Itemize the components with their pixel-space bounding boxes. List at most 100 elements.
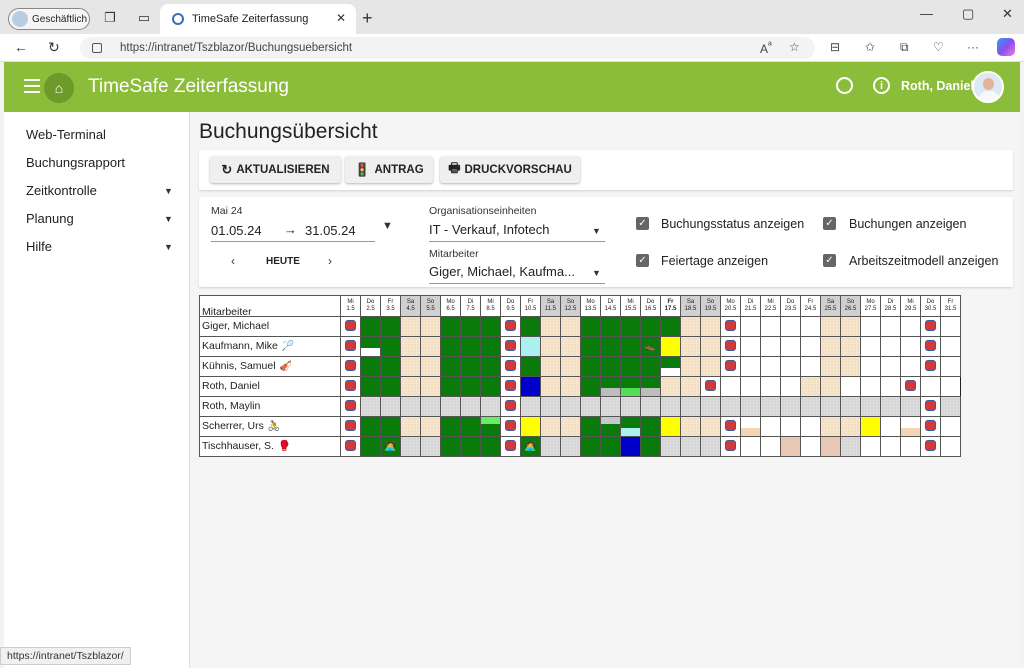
day-cell[interactable] [440,436,461,457]
chevron-down-icon[interactable]: ▼ [164,214,173,224]
day-cell[interactable] [460,416,481,437]
day-cell[interactable] [440,316,461,337]
day-cell[interactable] [580,376,601,397]
holiday-cell[interactable] [720,316,741,337]
day-cell[interactable] [680,316,701,337]
day-cell[interactable] [480,316,501,337]
day-cell[interactable] [900,416,921,437]
day-cell[interactable] [940,356,961,377]
day-cell[interactable] [480,416,501,437]
day-cell[interactable] [600,396,621,417]
day-cell[interactable] [880,376,901,397]
day-cell[interactable] [780,356,801,377]
checkbox-bookings[interactable]: ✓ [823,217,836,230]
tab-close-icon[interactable]: ✕ [336,11,346,25]
holiday-cell[interactable] [920,316,941,337]
day-cell[interactable] [440,376,461,397]
day-cell[interactable] [880,356,901,377]
holiday-cell[interactable] [500,336,521,357]
collections-icon[interactable]: ⧉ [900,40,909,55]
holiday-cell[interactable] [500,396,521,417]
holiday-cell[interactable] [700,376,721,397]
checkbox-holidays[interactable]: ✓ [636,254,649,267]
day-cell[interactable] [360,396,381,417]
holiday-cell[interactable] [720,436,741,457]
day-cell[interactable] [520,396,541,417]
day-cell[interactable] [640,436,661,457]
day-cell[interactable] [800,416,821,437]
day-cell[interactable] [680,436,701,457]
employee-name-cell[interactable]: Kaufmann, Mike 🏸 [199,336,341,357]
day-cell[interactable] [700,436,721,457]
day-cell[interactable] [860,356,881,377]
holiday-cell[interactable] [500,436,521,457]
day-cell[interactable] [860,416,881,437]
org-units-select[interactable]: IT - Verkauf, Infotech [429,222,549,237]
day-cell[interactable] [760,416,781,437]
day-cell[interactable] [640,376,661,397]
maximize-icon[interactable]: ▢ [962,6,974,22]
day-cell[interactable] [560,336,581,357]
day-cell[interactable] [540,436,561,457]
checkbox-booking-status[interactable]: ✓ [636,217,649,230]
day-cell[interactable] [460,336,481,357]
minimize-icon[interactable]: — [920,6,933,21]
day-cell[interactable] [620,316,641,337]
favorites-icon[interactable]: ✩ [865,40,875,54]
profile-button[interactable]: Geschäftlich [8,8,90,30]
holiday-cell[interactable] [340,416,361,437]
day-cell[interactable] [860,376,881,397]
day-cell[interactable] [780,396,801,417]
day-cell[interactable] [940,336,961,357]
sidebar-item-hilfe[interactable]: Hilfe [26,239,52,254]
day-cell[interactable] [900,356,921,377]
day-cell[interactable] [400,336,421,357]
day-cell[interactable] [880,436,901,457]
day-cell[interactable] [420,396,441,417]
day-cell[interactable] [400,376,421,397]
day-cell[interactable] [600,336,621,357]
day-cell[interactable] [700,316,721,337]
holiday-cell[interactable] [340,316,361,337]
day-cell[interactable] [780,376,801,397]
date-range-dropdown-icon[interactable]: ▼ [382,220,393,232]
holiday-cell[interactable] [920,436,941,457]
day-cell[interactable] [380,416,401,437]
day-cell[interactable] [840,436,861,457]
day-cell[interactable] [860,336,881,357]
day-cell[interactable] [560,416,581,437]
date-from[interactable]: 01.05.24 [211,223,262,238]
holiday-cell[interactable] [920,356,941,377]
day-cell[interactable] [760,396,781,417]
request-button[interactable]: 🚦 ANTRAG [345,156,433,183]
day-cell[interactable]: 👞 [640,336,661,357]
day-cell[interactable] [800,436,821,457]
day-cell[interactable] [560,316,581,337]
day-cell[interactable] [760,336,781,357]
day-cell[interactable] [580,436,601,457]
home-icon[interactable]: ⌂ [44,73,74,103]
day-cell[interactable] [420,316,441,337]
day-cell[interactable] [680,396,701,417]
day-cell[interactable] [840,416,861,437]
day-cell[interactable] [940,416,961,437]
sidebar-item-planung[interactable]: Planung [26,211,74,226]
favorite-star-icon[interactable]: ☆ [789,40,800,54]
holiday-cell[interactable] [720,356,741,377]
day-cell[interactable] [880,396,901,417]
day-cell[interactable] [820,436,841,457]
day-cell[interactable] [720,396,741,417]
day-cell[interactable] [520,416,541,437]
day-cell[interactable] [940,436,961,457]
day-cell[interactable] [860,436,881,457]
browser-essentials-icon[interactable]: ♡ [933,40,944,54]
day-cell[interactable] [480,376,501,397]
day-cell[interactable] [460,396,481,417]
holiday-cell[interactable] [500,316,521,337]
day-cell[interactable] [640,416,661,437]
day-cell[interactable] [740,396,761,417]
day-cell[interactable] [580,316,601,337]
url-field[interactable]: https://intranet/Tszblazor/Buchungsueber… [80,37,815,59]
org-dropdown-icon[interactable]: ▼ [592,226,601,236]
day-cell[interactable] [840,356,861,377]
